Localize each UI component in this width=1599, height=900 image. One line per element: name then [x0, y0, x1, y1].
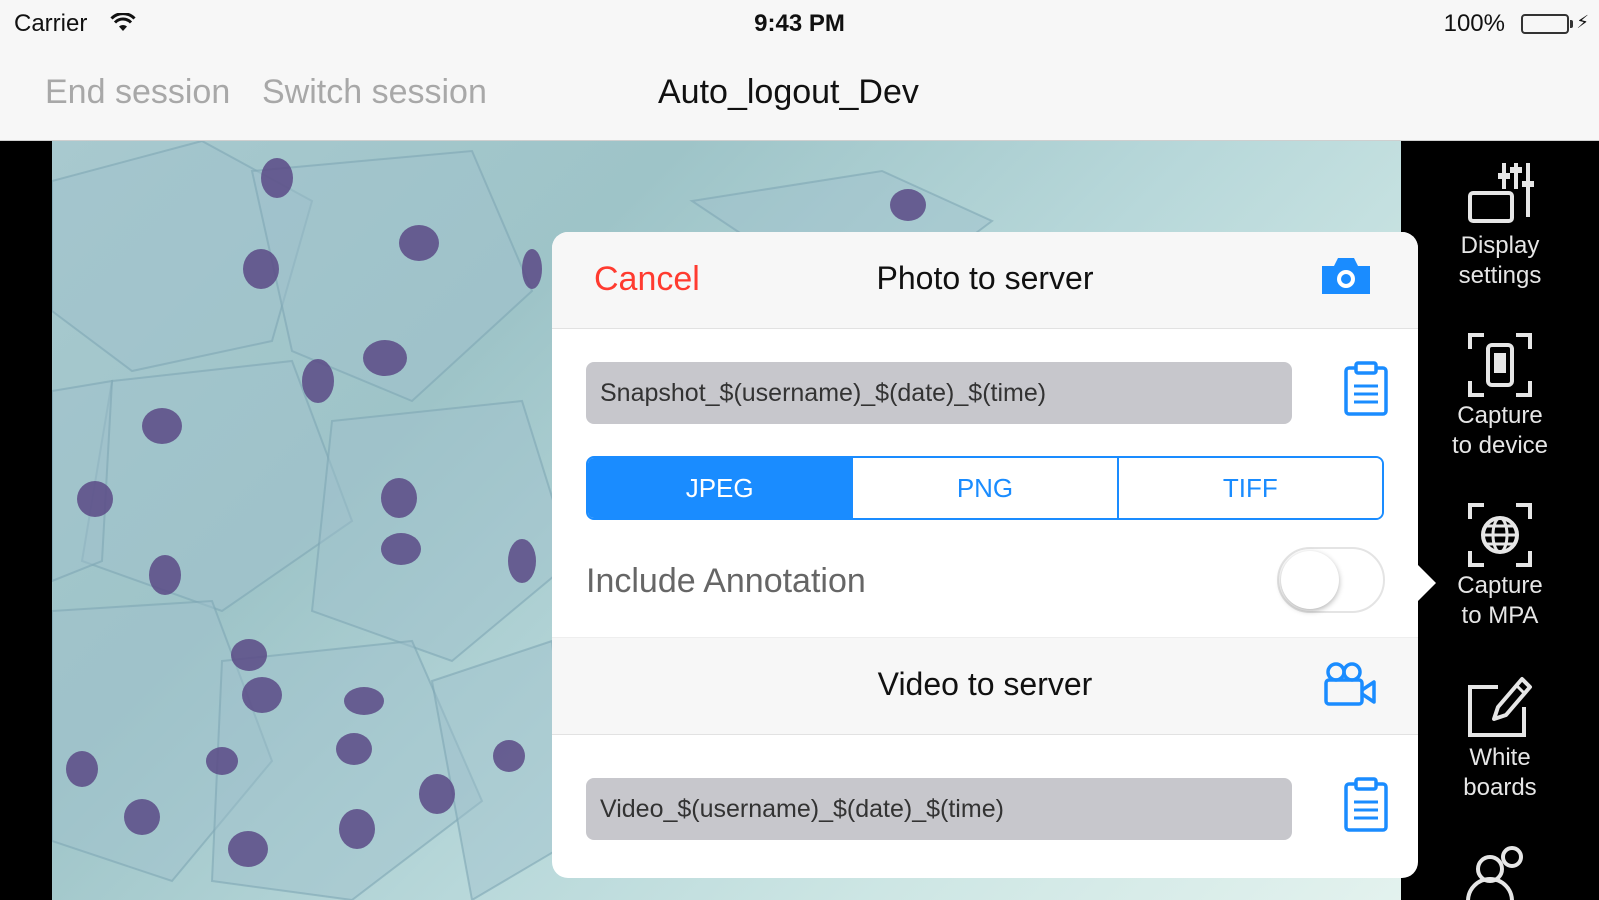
- photo-header: Cancel Photo to server: [552, 232, 1418, 329]
- capture-to-server-popover: Cancel Photo to server JPEG PNG TIFF Inc…: [552, 232, 1418, 878]
- battery-icon: [1521, 14, 1573, 34]
- format-tiff-segment[interactable]: TIFF: [1116, 458, 1382, 518]
- camera-icon[interactable]: [1318, 254, 1374, 298]
- clipboard-icon[interactable]: [1342, 776, 1390, 834]
- end-session-button[interactable]: End session: [45, 73, 230, 112]
- users-icon: [1466, 846, 1523, 900]
- sidebar-item-label: Display settings: [1458, 232, 1542, 289]
- sidebar-item-whiteboards[interactable]: White boards: [1401, 671, 1599, 803]
- format-segmented-control: JPEG PNG TIFF: [586, 456, 1384, 520]
- toggle-knob: [1281, 551, 1339, 609]
- sidebar-item-capture-device[interactable]: Capture to device: [1401, 329, 1599, 461]
- capture-device-icon: [1468, 333, 1532, 397]
- sidebar-item-label: White boards: [1463, 744, 1537, 801]
- sliders-icon: [1468, 163, 1534, 223]
- cancel-button[interactable]: Cancel: [594, 260, 700, 299]
- whiteboard-pencil-icon: [1468, 677, 1532, 737]
- battery-percent: 100%: [1443, 10, 1505, 37]
- charging-bolt-icon: ⚡: [1576, 12, 1589, 32]
- sidebar-item-label: Capture to device: [1451, 402, 1549, 459]
- nav-bar: End session Switch session Auto_logout_D…: [0, 48, 1599, 141]
- format-jpeg-segment[interactable]: JPEG: [588, 458, 852, 518]
- tools-sidebar: Display settings Capture to device Captu…: [1401, 141, 1599, 900]
- clipboard-icon[interactable]: [1342, 360, 1390, 418]
- include-annotation-label: Include Annotation: [586, 562, 866, 600]
- video-filename-field[interactable]: [586, 778, 1292, 840]
- sidebar-item-display-settings[interactable]: Display settings: [1401, 159, 1599, 291]
- sidebar-item-users[interactable]: [1401, 841, 1599, 900]
- capture-globe-icon: [1468, 503, 1532, 567]
- session-title: Auto_logout_Dev: [658, 73, 919, 111]
- video-camera-icon[interactable]: [1322, 660, 1378, 708]
- format-png-segment[interactable]: PNG: [851, 458, 1117, 518]
- video-header: Video to server: [552, 637, 1418, 735]
- clock: 9:43 PM: [754, 10, 845, 37]
- app-root: Carrier 9:43 PM 100% ⚡ End session Switc…: [0, 0, 1599, 900]
- status-bar: Carrier 9:43 PM 100% ⚡: [0, 0, 1599, 48]
- video-title: Video to server: [877, 666, 1093, 702]
- photo-filename-field[interactable]: [586, 362, 1292, 424]
- switch-session-button[interactable]: Switch session: [262, 73, 487, 112]
- include-annotation-toggle[interactable]: [1277, 547, 1385, 613]
